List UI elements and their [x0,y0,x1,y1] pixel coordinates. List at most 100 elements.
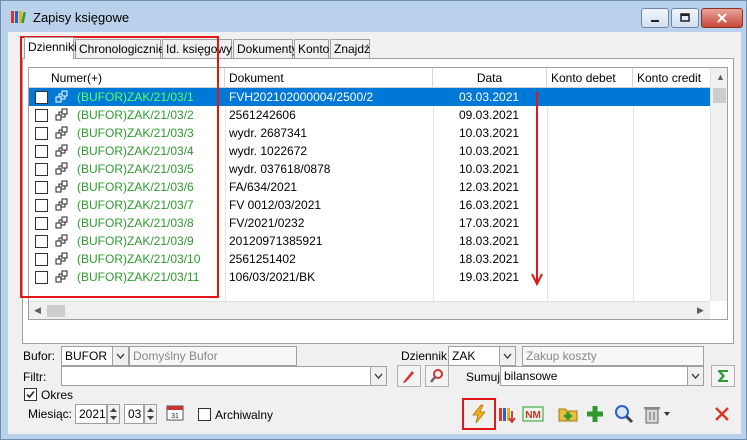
chevron-down-icon [503,353,512,359]
cell-dokument: wydr. 2687341 [229,126,308,140]
nm-button[interactable]: NM [519,400,547,428]
trash-icon [644,407,660,424]
title-bar[interactable]: Zapisy księgowe [1,1,746,31]
maximize-button[interactable] [671,8,699,28]
cell-data: 17.03.2021 [459,216,520,230]
cell-dokument: 106/03/2021/BK [229,270,316,284]
scroll-right-icon[interactable]: ▶ [697,305,704,316]
okres-label: Okres [41,388,74,402]
spin-arrows-icon [110,408,117,420]
cell-data: 18.03.2021 [459,234,520,248]
chevron-down-icon [374,373,383,379]
svg-text:NM: NM [525,410,541,421]
sort-down-arrow-annotation [531,92,543,286]
spin-arrows-icon [147,408,154,420]
filter-constructor-button[interactable] [397,365,421,387]
dziennik-label: Dziennik: [401,349,451,363]
app-books-icon [11,11,26,24]
sumuj-dropdown-button[interactable] [687,366,704,386]
tab-konto[interactable]: Konto [294,39,329,59]
more-options-button[interactable] [662,404,672,424]
horizontal-scroll-thumb[interactable] [47,305,65,317]
bufor-label: Bufor: [23,349,56,363]
calendar-button[interactable]: 31 [163,400,187,424]
filtr-input[interactable] [61,366,371,386]
checkmark-icon [26,390,35,399]
window-title: Zapisy księgowe [33,10,130,25]
add-from-template-button[interactable] [554,400,582,428]
nm-icon: NM [522,406,544,422]
cell-data: 10.03.2021 [459,162,520,176]
year-spinner[interactable] [107,404,120,424]
sumuj-label: Sumuj: [466,370,504,384]
dziennik-description: Zakup koszty [522,346,704,366]
filter-search-button[interactable] [425,365,449,387]
chevron-down-icon [691,373,700,379]
tab-znajdz[interactable]: Znajdź [330,39,370,59]
month-field[interactable]: 03 [124,404,144,424]
cell-dokument: wydr. 1022672 [229,144,308,158]
tab-dzienniki[interactable]: Dzienniki [24,37,77,59]
horizontal-scrollbar[interactable]: ◀ ▶ [29,301,710,319]
cell-dokument: FV/2021/0232 [229,216,305,230]
cell-dokument: 2561242606 [229,108,296,122]
close-icon [717,13,727,23]
close-window-button[interactable] [701,8,743,28]
col-konto-debet[interactable]: Konto debet [547,68,633,88]
bufor-description: Domyślny Bufor [129,346,297,366]
cell-data: 03.03.2021 [459,90,520,104]
miesiac-label: Miesiąc: [28,407,73,421]
month-spinner[interactable] [144,404,157,424]
maximize-icon [680,13,690,22]
books-arrow-icon [499,408,516,424]
tab-dokumenty[interactable]: Dokumenty [233,39,298,59]
vertical-scrollbar[interactable]: ▲ [710,68,727,301]
chevron-down-icon [664,412,670,416]
post-button-highlight [462,398,496,430]
cell-dokument: FVH202102000004/2500/2 [229,90,374,104]
bufor-field[interactable]: BUFOR [61,346,113,366]
cell-data: 10.03.2021 [459,126,520,140]
col-dokument[interactable]: Dokument [225,68,433,88]
close-button[interactable] [708,400,736,428]
col-konto-credit[interactable]: Konto credit [633,68,711,88]
close-red-x-icon [715,407,729,421]
col-data[interactable]: Data [433,68,547,88]
cell-data: 19.03.2021 [459,270,520,284]
sum-button[interactable] [711,365,735,387]
add-button[interactable] [581,400,609,428]
bufor-dropdown-button[interactable] [112,346,129,366]
scroll-left-icon[interactable]: ◀ [34,305,41,316]
dziennik-field[interactable]: ZAK [448,346,500,366]
magnifier-red-icon [430,369,443,383]
archiwalny-checkbox[interactable] [198,408,211,421]
cell-dokument: wydr. 037618/0878 [229,162,331,176]
scroll-up-icon[interactable]: ▲ [716,72,725,82]
cell-dokument: FA/634/2021 [229,180,298,194]
year-field[interactable]: 2021 [75,404,107,424]
plus-icon [587,406,603,422]
magnifier-icon [615,405,634,424]
cell-dokument: FV 0012/03/2021 [229,198,322,212]
renumber-button[interactable] [493,400,521,428]
cell-data: 16.03.2021 [459,198,520,212]
okres-checkbox[interactable] [24,388,37,401]
dziennik-dropdown-button[interactable] [499,346,516,366]
cell-dokument: 20120971385921 [229,234,323,248]
minimize-button[interactable] [641,8,669,28]
filtr-label: Filtr: [23,370,47,384]
vertical-scroll-thumb[interactable] [713,88,726,103]
filtr-dropdown-button[interactable] [370,366,387,386]
window: Zapisy księgowe Dzienniki Chronologiczni… [0,0,747,440]
svg-text:31: 31 [171,413,179,420]
cell-dokument: 2561251402 [229,252,296,266]
cell-data: 18.03.2021 [459,252,520,266]
chevron-down-icon [116,353,125,359]
folder-plus-icon [558,408,578,422]
sigma-icon [718,370,728,382]
cell-data: 12.03.2021 [459,180,520,194]
numer-column-highlight [20,36,219,298]
view-button[interactable] [610,400,638,428]
sumuj-select[interactable]: bilansowe [500,366,688,386]
archiwalny-label: Archiwalny [215,408,274,422]
